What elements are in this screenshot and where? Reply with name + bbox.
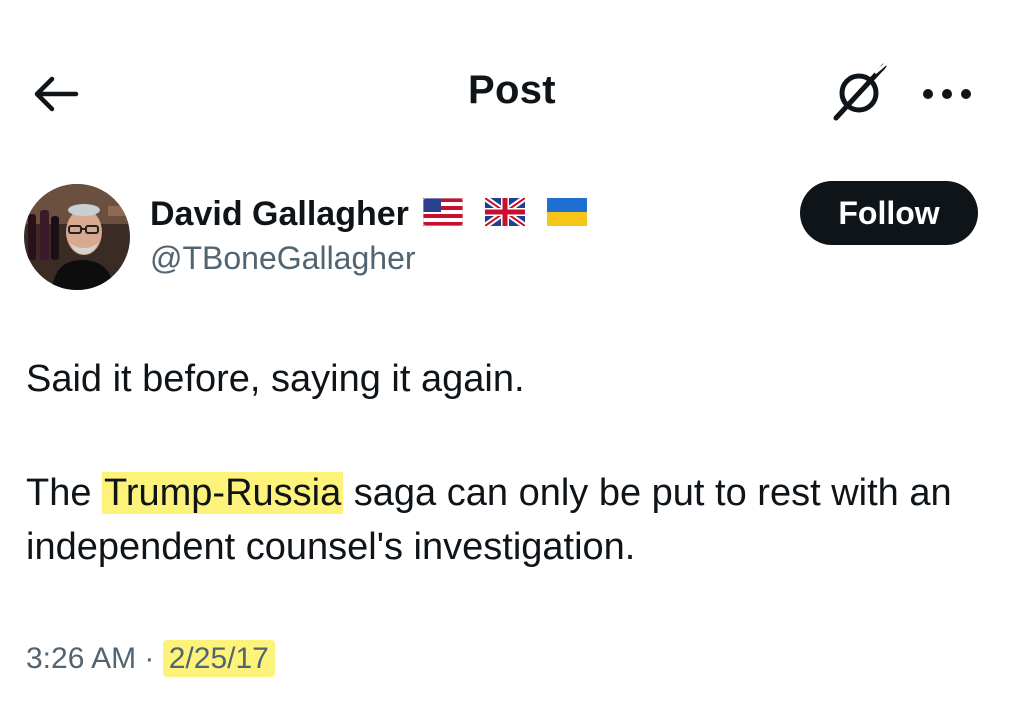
more-options-icon[interactable] — [918, 80, 976, 108]
highlighted-phrase: Trump-Russia — [102, 472, 344, 514]
author-handle[interactable]: @TBoneGallagher — [150, 240, 416, 277]
post-time[interactable]: 3:26 AM — [26, 642, 136, 675]
us-flag-icon — [422, 197, 464, 231]
uk-flag-icon — [483, 195, 527, 231]
post-text-paragraph: The Trump-Russia saga can only be put to… — [26, 466, 996, 574]
top-bar: Post — [0, 0, 1024, 150]
author-name-row: David Gallagher — [150, 192, 587, 236]
author-name[interactable]: David Gallagher — [150, 195, 409, 234]
ukraine-flag-icon — [546, 197, 587, 231]
post-text-pre: The — [26, 472, 103, 514]
follow-button[interactable]: Follow — [800, 181, 978, 245]
post-timestamp: 3:26 AM · 2/25/17 — [26, 640, 275, 677]
meta-separator: · — [136, 642, 163, 675]
grok-icon[interactable] — [828, 60, 890, 122]
post-date[interactable]: 2/25/17 — [162, 640, 275, 677]
avatar[interactable] — [24, 184, 130, 290]
post-text-line1: Said it before, saying it again. — [26, 358, 525, 400]
